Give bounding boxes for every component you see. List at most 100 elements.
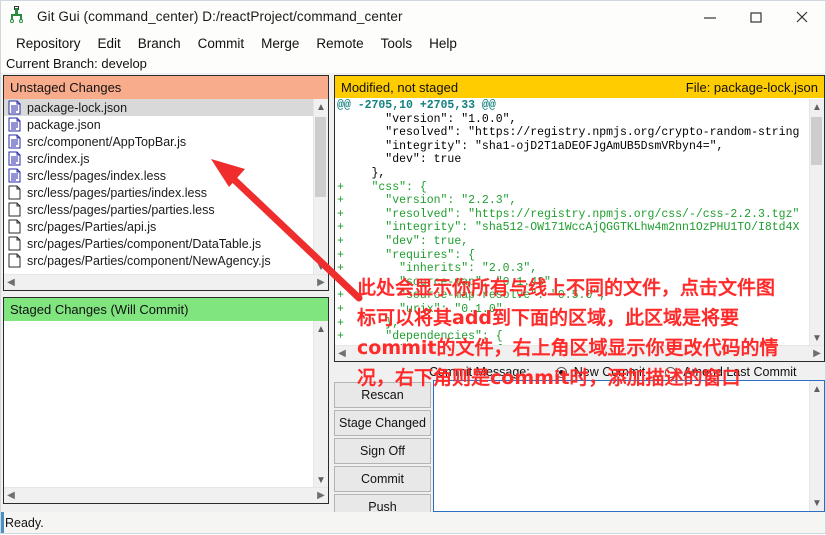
file-list-item[interactable]: src/component/AppTopBar.js [4,133,314,150]
scrollbar-thumb[interactable] [811,117,822,165]
diff-line: + "dependencies": { [337,330,503,344]
unstaged-horizontal-scrollbar[interactable]: ◀ ▶ [4,274,328,290]
action-button-column: Rescan Stage Changed Sign Off Commit Pus… [334,382,431,522]
scroll-down-icon[interactable]: ▼ [314,259,328,275]
file-name: src/pages/Parties/component/DataTable.js [27,236,262,251]
commit-message-vertical-scrollbar[interactable]: ▲ ▼ [809,381,824,511]
menu-item-edit[interactable]: Edit [90,34,130,53]
new-file-icon[interactable] [8,185,21,200]
diff-line: + "requires": { [337,248,476,262]
file-name: package.json [27,117,101,132]
commit-mode-radio-group: New Commit Amend Last Commit [555,365,813,379]
file-list-item[interactable]: src/less/pages/parties/parties.less [4,201,314,218]
rescan-button[interactable]: Rescan [334,382,431,408]
diff-line: + "source-map": "0.1.43" [337,275,551,289]
radio-new-commit-label[interactable]: New Commit [574,365,646,379]
file-list-item[interactable]: src/pages/Parties/component/NewAgency.js [4,252,314,269]
file-list-item[interactable]: src/less/pages/parties/index.less [4,184,314,201]
file-list-item[interactable]: src/less/pages/index.less [4,167,314,184]
file-list-item[interactable]: package.json [4,116,314,133]
scrollbar-thumb[interactable] [315,117,326,197]
modified-file-icon[interactable] [8,151,21,166]
menu-item-repository[interactable]: Repository [8,34,90,53]
stage-changed-button[interactable]: Stage Changed [334,410,431,436]
sign-off-button[interactable]: Sign Off [334,438,431,464]
menu-item-branch[interactable]: Branch [130,34,190,53]
staged-file-list[interactable] [4,321,314,488]
unstaged-changes-header: Unstaged Changes [4,76,328,99]
diff-header: Modified, not staged File: package-lock.… [335,76,824,98]
scroll-right-icon[interactable]: ▶ [810,348,824,359]
unstaged-vertical-scrollbar[interactable]: ▲ ▼ [313,99,328,275]
git-gui-icon [9,5,33,29]
commit-message-input[interactable]: ▲ ▼ [433,380,825,512]
left-column: Unstaged Changes package-lock.json packag… [3,75,331,512]
diff-status-label: Modified, not staged [341,79,459,95]
diff-horizontal-scrollbar[interactable]: ◀ ▶ [335,345,824,361]
scroll-right-icon[interactable]: ▶ [314,490,328,501]
diff-line: "integrity": "sha1-ojD2T1aDEOFJgAmUB5Dsm… [337,139,724,153]
diff-line: + "inherits": "2.0.3", [337,262,538,276]
scroll-left-icon[interactable]: ◀ [4,490,18,501]
file-list-item[interactable]: src/pages/Parties/api.js [4,218,314,235]
new-file-icon[interactable] [8,253,21,268]
staged-horizontal-scrollbar[interactable]: ◀ ▶ [4,487,328,503]
file-name: src/pages/Parties/component/NewAgency.js [27,253,271,268]
modified-file-icon[interactable] [8,168,21,183]
new-file-icon[interactable] [8,219,21,234]
diff-content[interactable]: @@ -2705,10 +2705,33 @@ "version": "1.0.… [335,98,810,346]
file-list-item[interactable]: src/pages/Parties/component/DataTable.js [4,235,314,252]
git-gui-window: Git Gui (command_center) D:/reactProject… [0,0,826,534]
window-title: Git Gui (command_center) D:/reactProject… [37,9,403,24]
close-icon[interactable] [779,2,825,32]
diff-panel: Modified, not staged File: package-lock.… [334,75,825,362]
modified-file-icon[interactable] [8,100,21,115]
radio-amend-last-commit[interactable] [665,366,677,378]
scroll-up-icon[interactable]: ▲ [810,99,824,115]
menu-item-tools[interactable]: Tools [373,34,422,53]
file-list-item[interactable]: src/index.js [4,150,314,167]
menu-item-help[interactable]: Help [421,34,466,53]
scroll-up-icon[interactable]: ▲ [810,381,824,397]
file-name: src/less/pages/index.less [27,168,166,183]
diff-line: + }, [337,316,400,330]
commit-message-bar: Commit Message: New Commit Amend Last Co… [334,363,825,381]
diff-line: "resolved": "https://registry.npmjs.org/… [337,126,800,140]
commit-button[interactable]: Commit [334,466,431,492]
diff-vertical-scrollbar[interactable]: ▲ ▼ [809,99,824,346]
diff-line: + "css": { [337,180,427,194]
diff-line: @@ -2705,10 +2705,33 @@ [337,99,496,112]
radio-amend-last-commit-label[interactable]: Amend Last Commit [683,365,796,379]
current-branch-bar: Current Branch: develop [1,54,825,73]
file-name: src/less/pages/parties/index.less [27,185,207,200]
minimize-icon[interactable] [687,2,733,32]
scroll-down-icon[interactable]: ▼ [314,472,328,488]
menu-item-commit[interactable]: Commit [190,34,254,53]
new-file-icon[interactable] [8,236,21,251]
diff-line: "dev": true [337,153,462,167]
modified-file-icon[interactable] [8,117,21,132]
status-bar: Ready. [1,512,825,533]
staged-vertical-scrollbar[interactable]: ▲ ▼ [313,321,328,488]
modified-file-icon[interactable] [8,134,21,149]
scroll-right-icon[interactable]: ▶ [314,277,328,288]
file-name: src/index.js [27,151,90,166]
right-column: Modified, not staged File: package-lock.… [334,75,825,520]
menu-item-merge[interactable]: Merge [253,34,308,53]
title-bar: Git Gui (command_center) D:/reactProject… [1,1,825,33]
scroll-down-icon[interactable]: ▼ [810,495,824,511]
status-text: Ready. [5,515,44,530]
scroll-up-icon[interactable]: ▲ [314,321,328,337]
menu-item-remote[interactable]: Remote [308,34,372,53]
scroll-left-icon[interactable]: ◀ [335,348,349,359]
scroll-left-icon[interactable]: ◀ [4,277,18,288]
unstaged-file-list[interactable]: package-lock.json package.json src/compone… [4,99,314,275]
file-name: package-lock.json [27,100,128,115]
new-file-icon[interactable] [8,202,21,217]
scroll-down-icon[interactable]: ▼ [810,330,824,346]
file-list-item[interactable]: package-lock.json [4,99,314,116]
radio-new-commit[interactable] [555,366,567,378]
scroll-up-icon[interactable]: ▲ [314,99,328,115]
maximize-icon[interactable] [733,2,779,32]
diff-line: + "resolved": "https://registry.npmjs.or… [337,207,800,221]
